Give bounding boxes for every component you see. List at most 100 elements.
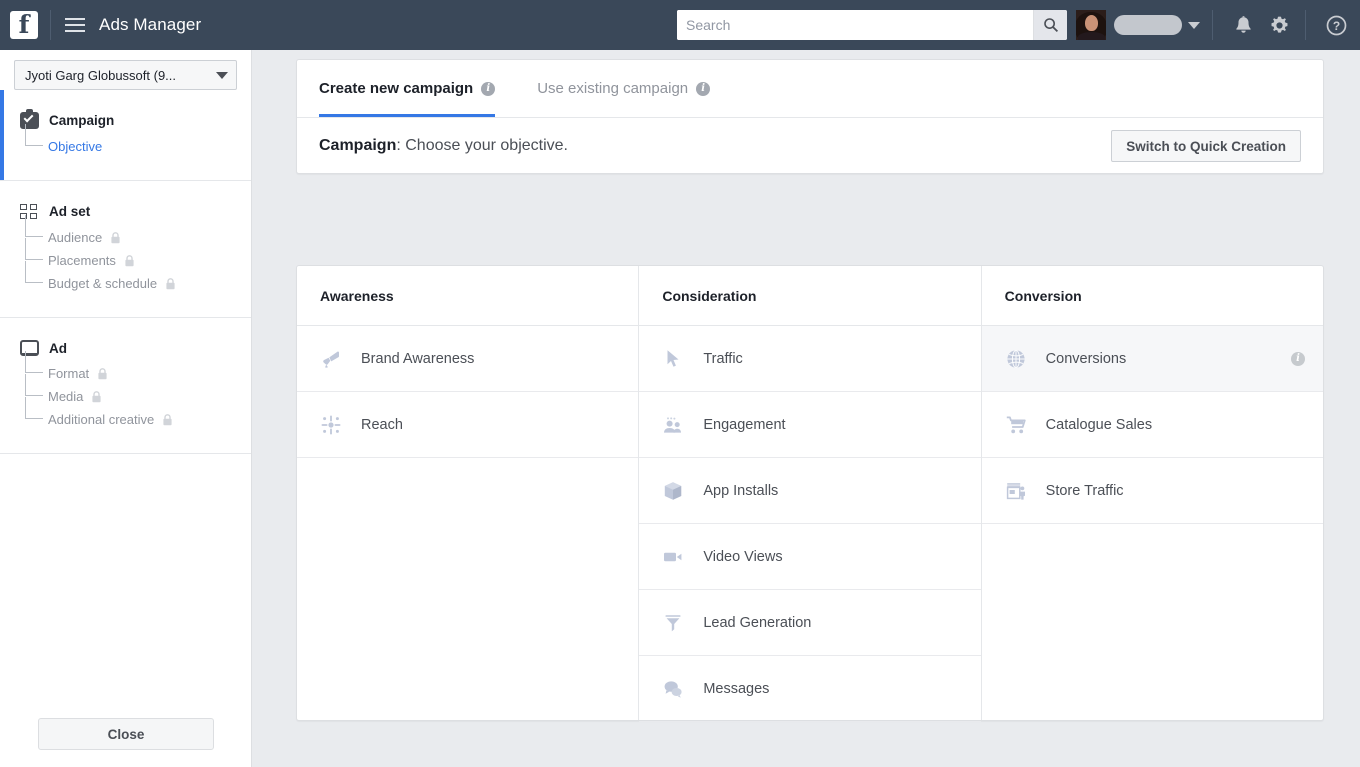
funnel-icon	[662, 612, 684, 634]
sidebar-subitem-label: Media	[48, 389, 84, 404]
objective-label: Video Views	[703, 548, 783, 565]
sidebar-section-campaign: Campaign Objective	[0, 90, 251, 181]
objective-row-reach[interactable]: Reach	[297, 392, 639, 458]
chevron-down-icon	[216, 71, 228, 79]
sidebar-item-audience[interactable]: Audience	[20, 215, 251, 249]
tree-connector	[25, 261, 43, 283]
campaign-label: Campaign	[319, 137, 397, 154]
campaign-subtitle: : Choose your objective.	[396, 137, 568, 154]
avatar[interactable]	[1076, 10, 1106, 40]
column-header: Consideration	[639, 266, 981, 326]
tab-create-new-campaign[interactable]: Create new campaign i	[319, 60, 496, 117]
objective-row-engagement[interactable]: Engagement	[639, 392, 981, 458]
cube-box-icon	[662, 480, 684, 502]
help-icon[interactable]: ?	[1322, 15, 1350, 36]
objective-row-lead-generation[interactable]: Lead Generation	[639, 590, 981, 656]
search-icon[interactable]	[1033, 10, 1067, 40]
sidebar-subitem-label: Additional creative	[48, 412, 155, 427]
lock-icon	[110, 231, 121, 244]
objective-column-conversion: Conversion Conversions i Catalogue Sales…	[981, 266, 1323, 720]
app-title: Ads Manager	[99, 15, 202, 34]
hamburger-icon[interactable]	[65, 17, 85, 33]
objective-label: Catalogue Sales	[1045, 416, 1153, 433]
sidebar-section-label: Ad set	[49, 204, 91, 219]
objective-row-brand-awareness[interactable]: Brand Awareness	[297, 326, 639, 392]
sidebar-subitem-label: Audience	[48, 230, 103, 245]
globe-icon	[1005, 348, 1027, 370]
tree-connector	[25, 374, 43, 396]
reach-burst-icon	[320, 414, 342, 436]
objective-row-catalogue-sales[interactable]: Catalogue Sales	[981, 392, 1323, 458]
tree-connector	[25, 238, 43, 260]
objective-row-app-installs[interactable]: App Installs	[639, 458, 981, 524]
tree-connector	[25, 124, 43, 146]
objective-column-awareness: Awareness Brand Awareness Reach	[297, 266, 640, 720]
divider	[50, 10, 51, 40]
top-bar-right-cluster: ?	[1076, 0, 1350, 50]
sidebar-section-ad: Ad Format Media Additional creative	[0, 318, 251, 454]
cursor-arrow-icon	[662, 348, 684, 370]
sidebar-item-placements[interactable]: Placements	[20, 238, 251, 272]
top-navigation-bar: f Ads Manager Search ?	[0, 0, 1360, 50]
objective-label: Reach	[361, 416, 403, 433]
switch-to-quick-creation-button[interactable]: Switch to Quick Creation	[1111, 130, 1301, 162]
tree-connector	[25, 397, 43, 419]
video-camera-icon	[662, 546, 684, 568]
objective-column-consideration: Consideration Traffic Engagement App Ins…	[639, 266, 982, 722]
objective-label: Brand Awareness	[361, 350, 475, 367]
tab-label: Create new campaign	[319, 80, 474, 97]
people-icon	[662, 414, 684, 436]
close-button[interactable]: Close	[38, 718, 214, 750]
tab-bar: Create new campaign i Use existing campa…	[297, 60, 1323, 118]
account-selector[interactable]: Jyoti Garg Globussoft (9...	[14, 60, 237, 90]
sidebar: Jyoti Garg Globussoft (9... Campaign Obj…	[0, 50, 252, 767]
objective-label: Store Traffic	[1045, 482, 1124, 499]
objective-label: Traffic	[703, 350, 743, 367]
svg-text:?: ?	[1332, 19, 1339, 33]
tree-connector	[25, 215, 43, 237]
user-name-redacted	[1114, 15, 1182, 35]
objective-row-conversions[interactable]: Conversions i	[981, 326, 1323, 392]
search-box[interactable]	[677, 10, 1067, 40]
storefront-icon	[1005, 480, 1027, 502]
facebook-f-logo[interactable]: f	[10, 11, 38, 39]
page-title: Campaign: Choose your objective.	[319, 137, 1111, 155]
objective-label: Engagement	[703, 416, 786, 433]
account-selector-label: Jyoti Garg Globussoft (9...	[25, 67, 177, 83]
column-header: Conversion	[981, 266, 1323, 326]
campaign-header-card: Create new campaign i Use existing campa…	[296, 59, 1324, 174]
objective-row-video-views[interactable]: Video Views	[639, 524, 981, 590]
sidebar-section-label: Ad	[49, 340, 67, 356]
objective-label: Messages	[703, 680, 770, 697]
objective-table-card: Awareness Brand Awareness Reach Consider…	[296, 265, 1324, 722]
lock-icon	[124, 254, 135, 267]
info-icon[interactable]: i	[1290, 351, 1305, 366]
objective-row-store-traffic[interactable]: Store Traffic	[981, 458, 1323, 524]
sidebar-subitem-label: Placements	[48, 253, 116, 268]
sidebar-section-ad-set: Ad set Audience Placements Budget & sche…	[0, 181, 251, 318]
sidebar-item-format[interactable]: Format	[20, 351, 251, 385]
sidebar-item-additional-creative[interactable]: Additional creative	[20, 397, 251, 431]
megaphone-icon	[320, 348, 342, 370]
info-icon[interactable]: i	[696, 81, 711, 96]
info-icon[interactable]: i	[481, 81, 496, 96]
shopping-cart-icon	[1005, 414, 1027, 436]
sidebar-item-budget-schedule[interactable]: Budget & schedule	[20, 261, 251, 295]
objective-row-messages[interactable]: Messages	[639, 656, 981, 722]
sidebar-item-media[interactable]: Media	[20, 374, 251, 408]
lock-icon	[165, 277, 176, 290]
gear-icon[interactable]	[1265, 15, 1293, 36]
column-header: Awareness	[297, 266, 639, 326]
chat-bubbles-icon	[662, 678, 684, 700]
lock-icon	[162, 413, 173, 426]
search-input[interactable]	[677, 10, 1033, 40]
lock-icon	[97, 367, 108, 380]
chevron-down-icon[interactable]	[1188, 21, 1200, 29]
sidebar-subitem-label: Objective	[48, 139, 103, 154]
divider	[1212, 10, 1213, 40]
sidebar-item-objective[interactable]: Objective	[20, 124, 251, 158]
tab-use-existing-campaign[interactable]: Use existing campaign i	[537, 60, 711, 117]
bell-icon[interactable]	[1229, 15, 1257, 36]
tree-connector	[25, 351, 43, 373]
objective-row-traffic[interactable]: Traffic	[639, 326, 981, 392]
